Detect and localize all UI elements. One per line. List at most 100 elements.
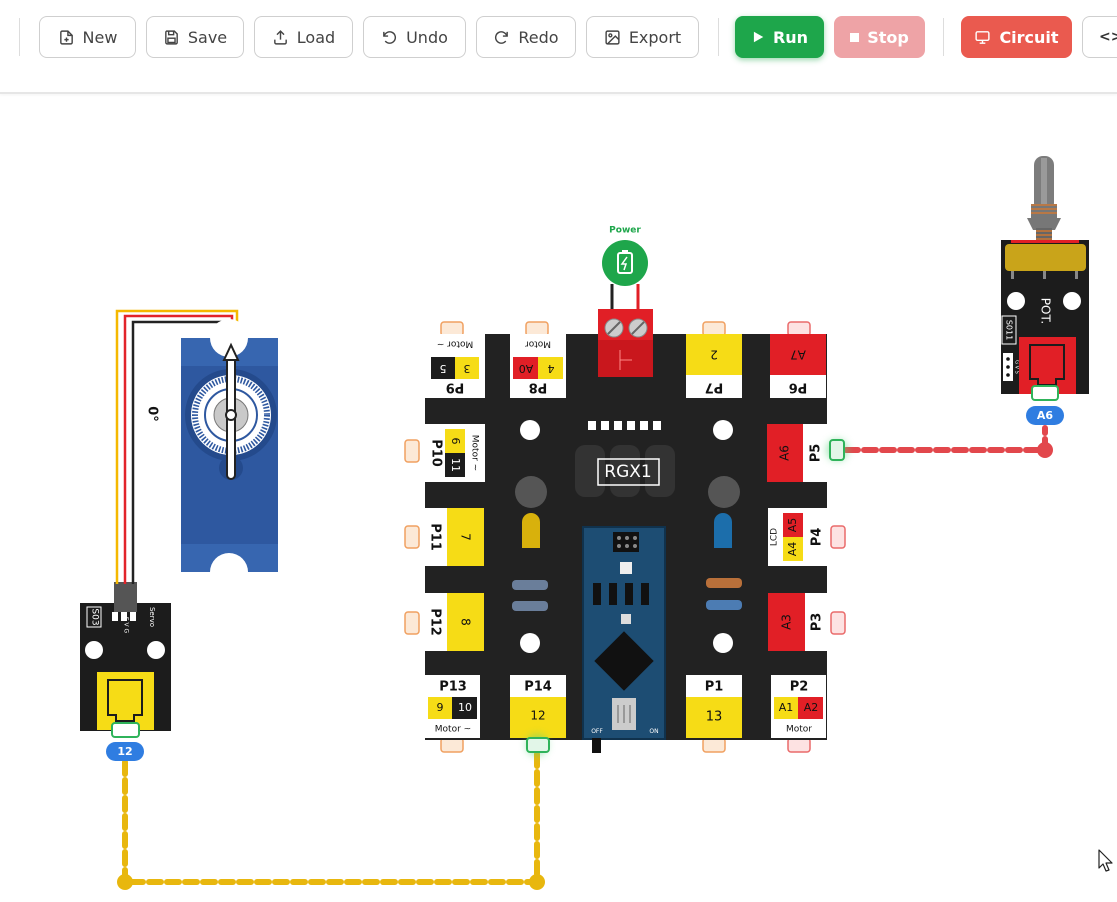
port-p12-label: P12 <box>428 608 443 636</box>
port-p5-connector[interactable] <box>829 439 845 461</box>
toolbar-separator <box>718 18 719 56</box>
new-button-label: New <box>82 27 118 47</box>
stop-button-label: Stop <box>867 27 909 47</box>
play-icon <box>753 31 764 43</box>
main-board[interactable]: RGX1 OFF ON 3 5 P9 Motor ~ 4 A0 P8 Motor… <box>404 284 848 756</box>
port-p7[interactable]: 2 P7 <box>686 334 742 398</box>
port-p13-sub: Motor ~ <box>435 725 471 735</box>
servo-module-code: S03 <box>90 608 100 625</box>
port-p10-pin-a: 6 <box>449 438 462 445</box>
port-p1-label: P1 <box>705 680 724 695</box>
image-icon <box>605 29 620 45</box>
port-p2-label: P2 <box>790 680 809 695</box>
port-p1-pin: 13 <box>706 710 723 725</box>
port-p10-label: P10 <box>429 439 444 467</box>
port-p7-pin: 2 <box>710 348 718 362</box>
port-p10-sub: Motor ~ <box>470 435 480 471</box>
servo-angle-text: 0° <box>145 406 160 422</box>
toolbar-separator-2 <box>943 18 944 56</box>
port-p4-label: P4 <box>810 528 825 547</box>
servo-module-name: Servo <box>148 607 156 627</box>
port-p10[interactable]: 6 11 P10 Motor ~ <box>425 424 485 482</box>
port-p2[interactable]: A1 A2 P2 Motor <box>771 675 826 738</box>
port-p4-pin-a: A5 <box>786 518 799 533</box>
port-p9-pin-b: 3 <box>464 362 471 375</box>
port-p12-pin: 8 <box>459 618 473 626</box>
circuit-button-label: Circuit <box>999 27 1059 47</box>
port-p14-label: P14 <box>524 680 552 695</box>
circuit-canvas[interactable]: S03 Servo S V G 12 0° RGX1 OFF ON 3 5 P9… <box>0 94 1117 898</box>
port-p6[interactable]: A7 P6 <box>770 334 826 398</box>
new-file-icon <box>59 29 73 45</box>
port-p14-pin: 12 <box>530 709 545 723</box>
stop-button[interactable]: Stop <box>834 16 925 58</box>
potentiometer-module[interactable]: POT. S011 G V S <box>1001 156 1089 394</box>
pot-port-connector[interactable] <box>1031 385 1059 401</box>
port-p8[interactable]: 4 A0 P8 Motor <box>510 334 566 398</box>
port-p8-label: P8 <box>529 380 548 395</box>
run-button[interactable]: Run <box>735 16 824 58</box>
port-p8-sub: Motor <box>525 339 551 349</box>
mouse-cursor-icon <box>1098 849 1113 872</box>
board-name: RGX1 <box>604 462 651 482</box>
port-p9[interactable]: 3 5 P9 Motor ~ <box>425 334 485 398</box>
undo-button[interactable]: Undo <box>363 16 466 58</box>
load-button[interactable]: Load <box>254 16 353 58</box>
red-wire[interactable] <box>843 425 1053 458</box>
port-p6-pin: A7 <box>790 348 806 362</box>
port-p6-label: P6 <box>789 380 808 395</box>
servo-module[interactable]: S03 Servo S V G <box>80 582 171 731</box>
save-button-label: Save <box>187 27 228 47</box>
pot-module-name: POT. <box>1039 298 1053 324</box>
port-p9-sub: Motor ~ <box>437 339 473 349</box>
servo-pin-badge: 12 <box>106 742 144 761</box>
power-label: Power <box>609 226 641 236</box>
port-p14[interactable]: 12 P14 <box>510 675 566 738</box>
pot-pin-badge: A6 <box>1026 406 1064 425</box>
port-p11-label: P11 <box>428 523 443 551</box>
port-p1[interactable]: 13 P1 <box>686 675 742 738</box>
export-button[interactable]: Export <box>586 16 699 58</box>
port-p4-pin-b: A4 <box>786 542 799 557</box>
pot-pin-badge-text: A6 <box>1037 409 1054 422</box>
port-p5-label: P5 <box>809 444 824 463</box>
export-button-label: Export <box>628 27 682 47</box>
port-p3-pin: A3 <box>780 614 794 630</box>
servo-port-connector[interactable] <box>111 722 140 738</box>
redo-button-label: Redo <box>518 27 559 47</box>
undo-button-label: Undo <box>406 27 448 47</box>
pot-module-pins: G V S <box>1014 360 1020 374</box>
upload-icon <box>273 29 287 45</box>
run-button-label: Run <box>772 27 809 47</box>
power-button[interactable]: Power <box>602 226 648 287</box>
port-p13[interactable]: 9 10 P13 Motor ~ <box>425 675 480 738</box>
port-p3[interactable]: A3 P3 <box>768 593 828 651</box>
port-p5[interactable]: A6 P5 <box>767 424 827 482</box>
new-button[interactable]: New <box>39 16 136 58</box>
port-p2-sub: Motor <box>786 725 812 735</box>
circuit-diagram[interactable]: S03 Servo S V G 12 0° RGX1 OFF ON 3 5 P9… <box>0 94 1117 898</box>
port-p13-pin-b: 10 <box>458 701 472 714</box>
port-p4-sub: LCD <box>770 528 780 546</box>
code-button[interactable]: <> <box>1082 16 1117 58</box>
stop-icon <box>850 32 860 42</box>
switch-on-label: ON <box>649 728 658 735</box>
port-p11[interactable]: 7 P11 <box>424 508 484 566</box>
port-p2-pin-b: A2 <box>804 701 819 714</box>
switch-off-label: OFF <box>591 728 603 735</box>
pot-module-code: S011 <box>1005 320 1014 340</box>
port-p12[interactable]: 8 P12 <box>424 593 484 651</box>
port-p9-pin-a: 5 <box>440 362 447 375</box>
save-icon <box>164 29 178 45</box>
circuit-button[interactable]: Circuit <box>961 16 1072 58</box>
yellow-wire[interactable] <box>117 749 545 890</box>
toolbar-left-edge <box>19 18 20 56</box>
undo-icon <box>383 30 397 44</box>
port-p4[interactable]: A4 A5 LCD P4 <box>768 508 828 566</box>
save-button[interactable]: Save <box>146 16 244 58</box>
port-p5-pin: A6 <box>778 445 792 461</box>
servo-motor[interactable]: 0° <box>145 319 279 591</box>
port-p14-connector[interactable] <box>526 737 550 753</box>
redo-icon <box>495 30 509 44</box>
redo-button[interactable]: Redo <box>476 16 576 58</box>
